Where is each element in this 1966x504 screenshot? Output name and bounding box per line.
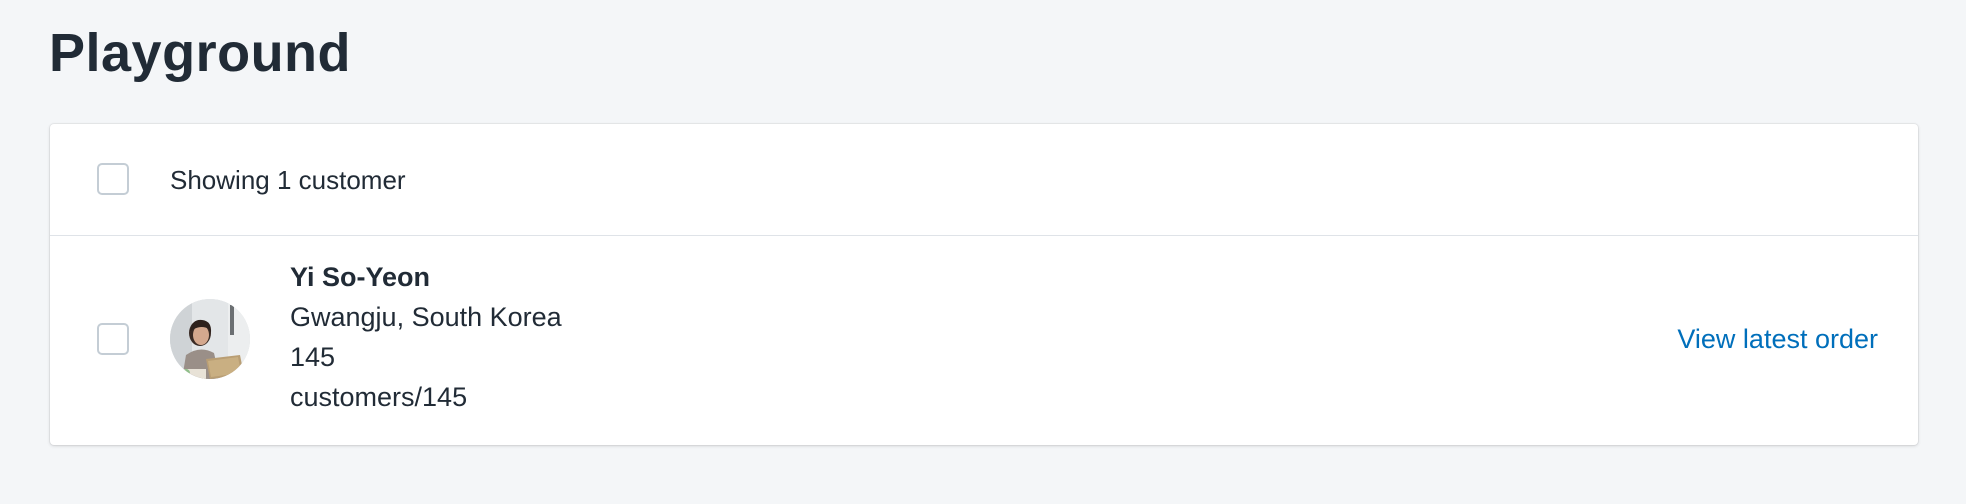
customer-id: 145 bbox=[290, 342, 336, 372]
customer-url: customers/145 bbox=[290, 382, 468, 412]
customer-info: Yi So-Yeon Gwangju, South Korea 145 cust… bbox=[290, 257, 562, 417]
person-at-laptop-icon bbox=[170, 299, 250, 379]
resource-list-header: Showing 1 customer bbox=[50, 124, 1918, 236]
select-all-checkbox[interactable] bbox=[97, 163, 129, 195]
view-latest-order-link[interactable]: View latest order bbox=[1677, 319, 1878, 359]
customer-name: Yi So-Yeon bbox=[290, 262, 431, 292]
page: Playground Showing 1 customer Yi So-Yeon… bbox=[0, 0, 1966, 504]
resource-list-card: Showing 1 customer Yi So-Yeon Gwangju, S… bbox=[50, 124, 1918, 445]
list-item[interactable]: Yi So-Yeon Gwangju, South Korea 145 cust… bbox=[50, 237, 1918, 445]
results-count: Showing 1 customer bbox=[170, 165, 406, 195]
page-title: Playground bbox=[49, 23, 352, 83]
avatar bbox=[170, 299, 250, 379]
customer-location: Gwangju, South Korea bbox=[290, 302, 562, 332]
row-select-checkbox[interactable] bbox=[97, 323, 129, 355]
